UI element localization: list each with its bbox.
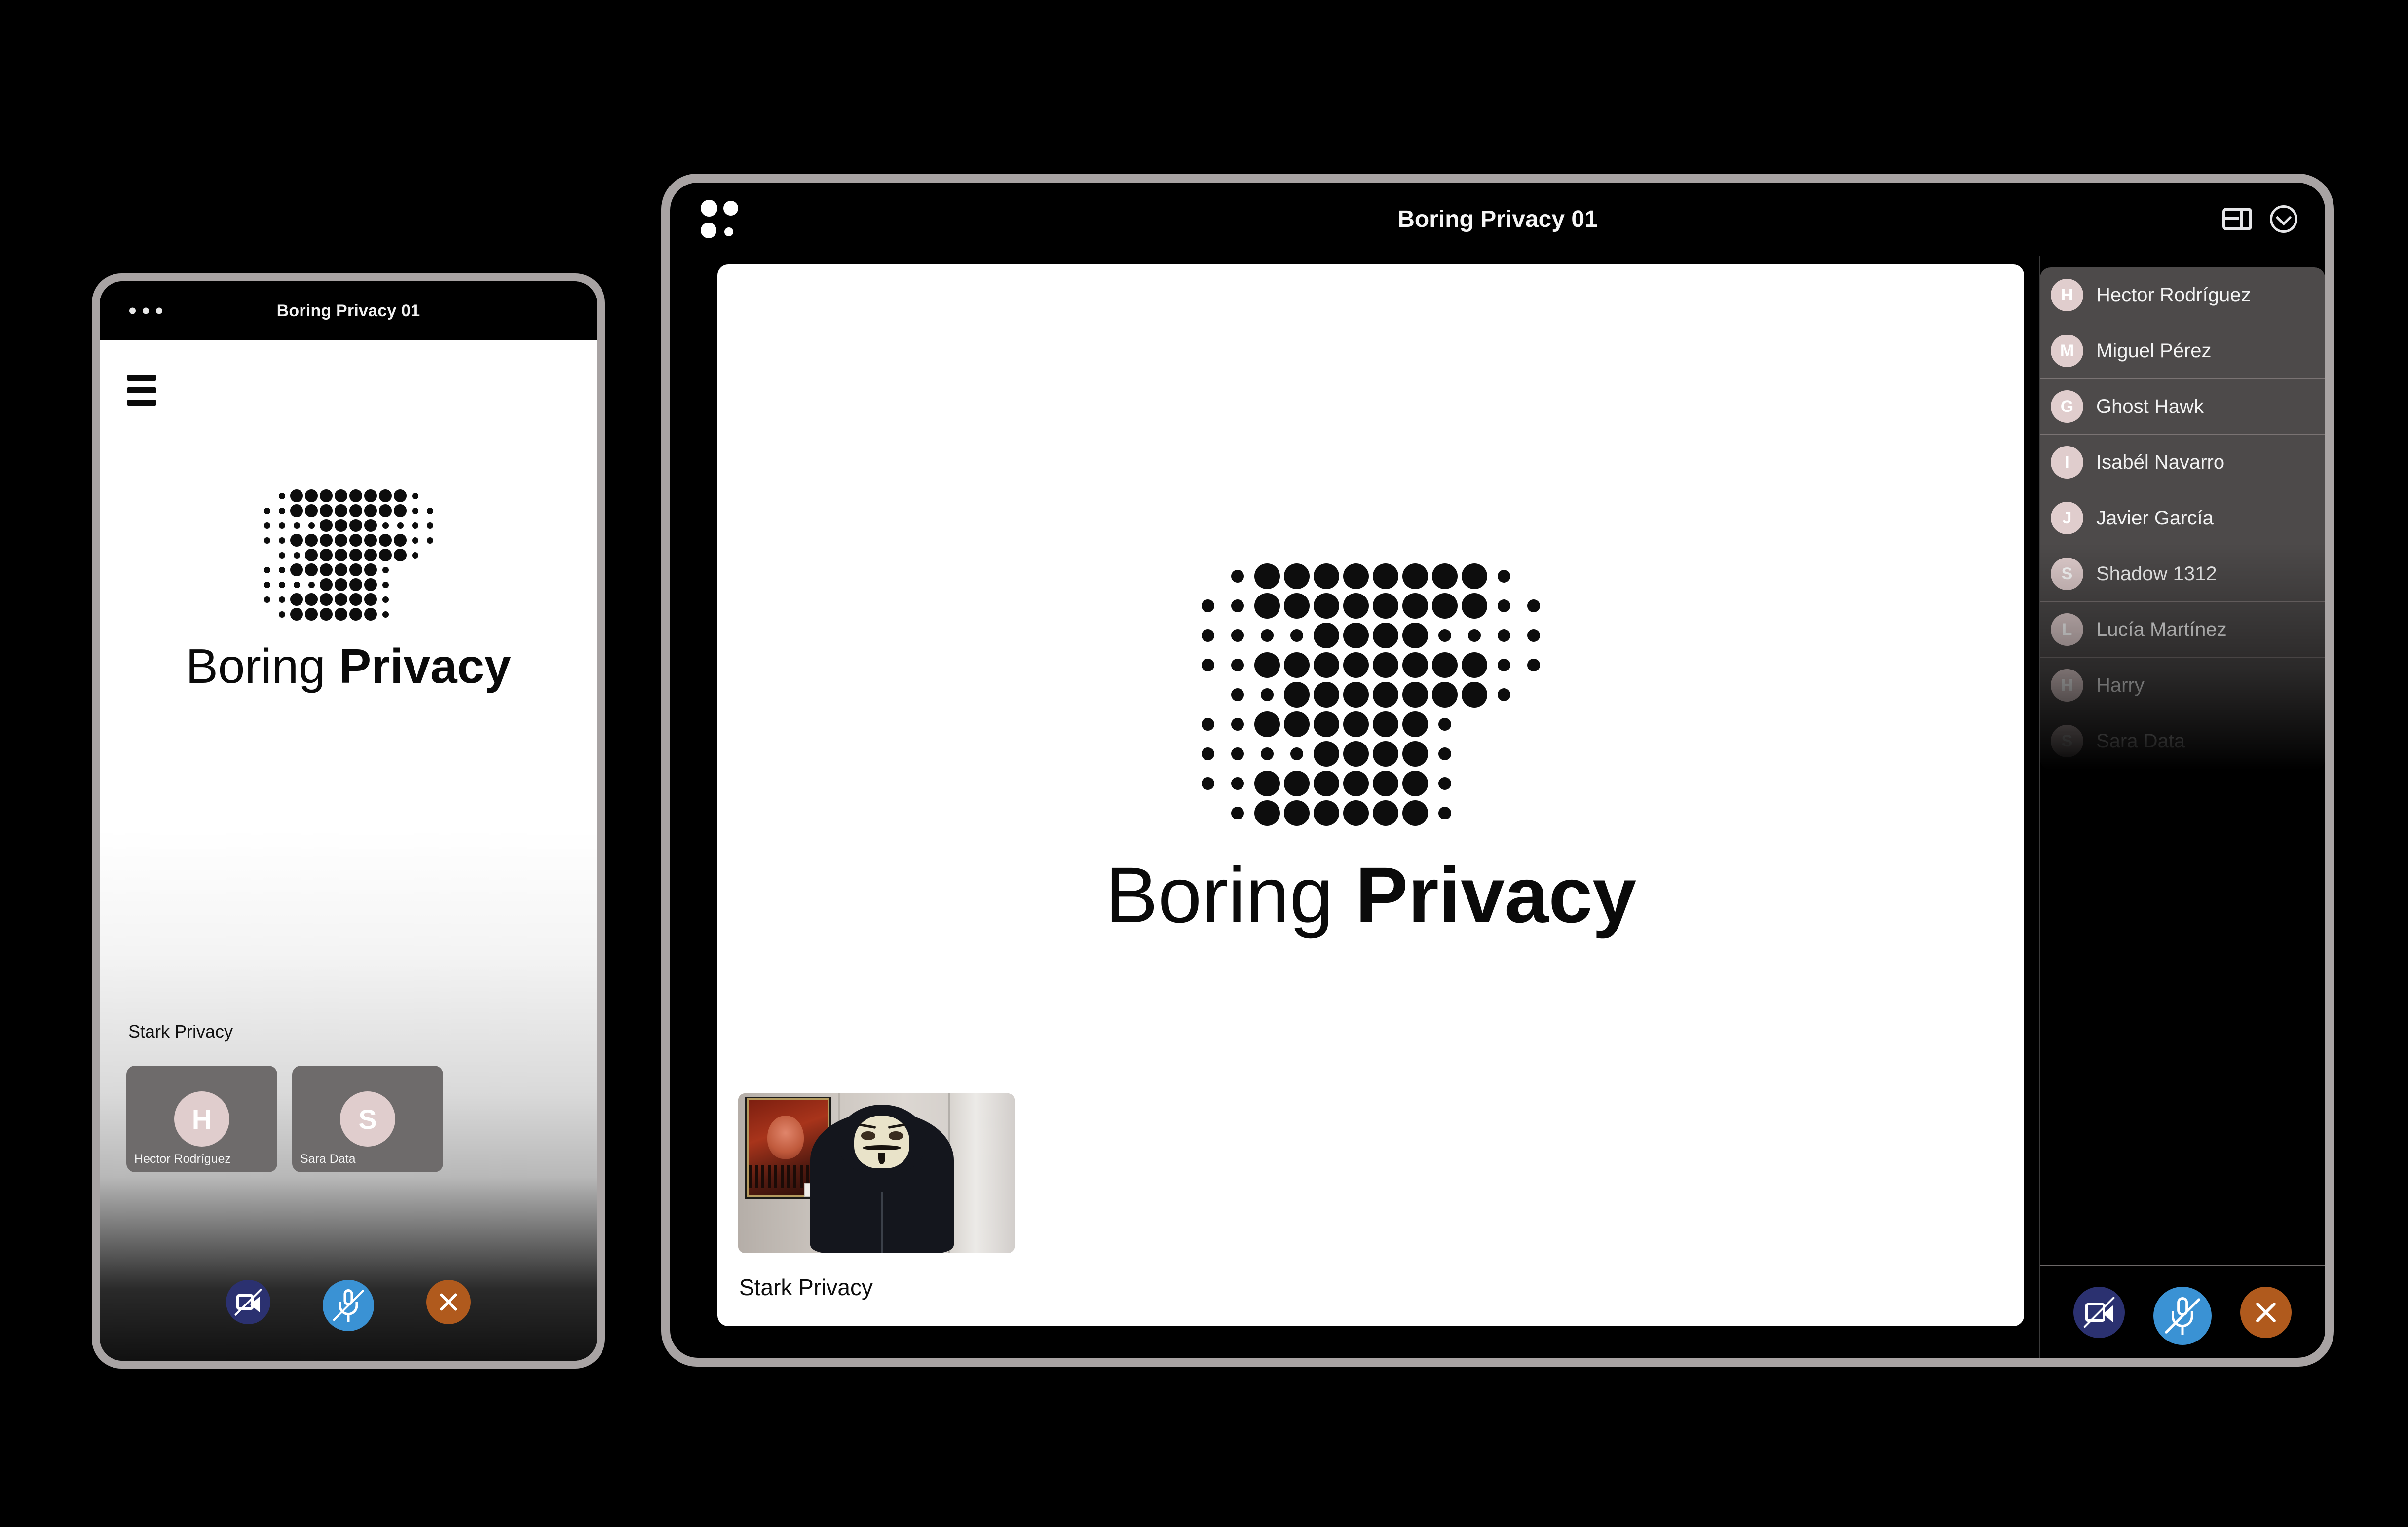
participant-row[interactable]: M Miguel Pérez	[2040, 323, 2325, 379]
guy-fawkes-mask	[854, 1116, 910, 1169]
participant-row[interactable]: J Javier García	[2040, 490, 2325, 546]
participant-name: Harry	[2096, 674, 2145, 696]
participant-row[interactable]: H Harry	[2040, 658, 2325, 713]
tablet-header-actions	[2222, 205, 2297, 233]
participant-tile[interactable]: S Sara Data	[292, 1066, 443, 1172]
avatar: H	[2051, 669, 2083, 702]
participant-name: Isabél Navarro	[2096, 451, 2225, 473]
participant-tile[interactable]: H Hector Rodríguez	[126, 1066, 277, 1172]
tablet-self-label: Stark Privacy	[739, 1274, 873, 1300]
tablet-brand-block: Boring Privacy	[1105, 561, 1636, 940]
main-video-stage[interactable]: Boring Privacy Stark Privacy	[717, 264, 2024, 1326]
wordmark-bold: Privacy	[1355, 851, 1637, 939]
close-x-icon	[2253, 1299, 2279, 1326]
participant-row[interactable]: S Shadow 1312	[2040, 546, 2325, 602]
wordmark-light: Boring	[186, 639, 326, 693]
halftone-dots-logo	[1193, 561, 1548, 828]
phone-self-label: Stark Privacy	[128, 1021, 233, 1042]
end-call-button[interactable]	[2240, 1287, 2292, 1338]
microphone-off-button[interactable]	[2153, 1287, 2212, 1345]
halftone-dots-logo	[260, 488, 437, 622]
camera-off-button[interactable]	[2073, 1287, 2125, 1338]
participant-name: Hector Rodríguez	[134, 1152, 231, 1166]
participants-sidebar: H Hector Rodríguez M Miguel Pérez G Ghost Haw…	[2039, 256, 2325, 1358]
phone-header: Boring Privacy 01	[100, 281, 597, 340]
microphone-off-button[interactable]	[323, 1280, 374, 1331]
tablet-stage-wrap: Boring Privacy Stark Privacy	[670, 256, 2039, 1358]
participant-name: Sara Data	[300, 1152, 356, 1166]
avatar: S	[340, 1091, 395, 1147]
layout-view-icon[interactable]	[2222, 208, 2252, 230]
participant-row[interactable]: H Hector Rodríguez	[2040, 267, 2325, 323]
phone-screen: Boring Privacy 01 Boring Privacy Stark P…	[100, 281, 597, 1361]
participant-name: Shadow 1312	[2096, 562, 2217, 585]
participant-row[interactable]: I Isabél Navarro	[2040, 435, 2325, 490]
phone-call-controls	[100, 1280, 597, 1331]
phone-body: Boring Privacy Stark Privacy H Hector Ro…	[100, 340, 597, 1361]
four-dots-logo[interactable]	[701, 200, 739, 238]
avatar: G	[2051, 390, 2083, 423]
participant-name: Hector Rodríguez	[2096, 284, 2251, 306]
self-video-thumbnail[interactable]	[738, 1093, 1015, 1253]
participant-name: Lucía Martínez	[2096, 618, 2227, 640]
wordmark-light: Boring	[1105, 851, 1334, 939]
phone-wordmark: Boring Privacy	[186, 638, 511, 694]
tablet-call-title: Boring Privacy 01	[1397, 206, 1598, 232]
close-x-icon	[437, 1291, 460, 1314]
screenshot-root: Boring Privacy 01 Boring Privacy Stark P…	[0, 0, 2408, 1527]
tablet-header: Boring Privacy 01	[670, 183, 2325, 256]
participant-name: Ghost Hawk	[2096, 395, 2204, 417]
phone-participant-tiles: H Hector Rodríguez S Sara Data	[126, 1066, 443, 1172]
wordmark-bold: Privacy	[339, 639, 511, 693]
avatar: M	[2051, 335, 2083, 367]
avatar: S	[2051, 558, 2083, 590]
background-door	[948, 1093, 1015, 1253]
controls-divider	[2040, 1265, 2325, 1266]
participant-name: Sara Data	[2096, 730, 2185, 752]
avatar: H	[174, 1091, 229, 1147]
participant-name: Javier García	[2096, 507, 2214, 529]
chevron-down-circle-icon[interactable]	[2270, 205, 2297, 233]
avatar: H	[2051, 279, 2083, 311]
participant-row[interactable]: G Ghost Hawk	[2040, 379, 2325, 435]
avatar: S	[2051, 725, 2083, 757]
avatar: J	[2051, 502, 2083, 534]
participant-row[interactable]: S Sara Data	[2040, 713, 2325, 769]
tablet-device-frame: Boring Privacy 01 Boring Privacy Stark P…	[661, 174, 2334, 1367]
phone-brand-block: Boring Privacy	[100, 488, 597, 694]
avatar: L	[2051, 613, 2083, 646]
avatar: I	[2051, 446, 2083, 479]
hamburger-menu-icon[interactable]	[127, 375, 156, 406]
tablet-call-controls	[2040, 1287, 2325, 1345]
camera-off-button[interactable]	[226, 1280, 270, 1324]
tablet-screen: Boring Privacy 01 Boring Privacy Stark P…	[670, 183, 2325, 1358]
participant-list[interactable]: H Hector Rodríguez M Miguel Pérez G Ghost Haw…	[2040, 267, 2325, 770]
self-video-feed	[738, 1093, 1015, 1253]
phone-device-frame: Boring Privacy 01 Boring Privacy Stark P…	[92, 273, 605, 1369]
tablet-main: Boring Privacy Stark Privacy H Hector Ro…	[670, 256, 2325, 1358]
phone-call-title: Boring Privacy 01	[276, 301, 420, 320]
participant-name: Miguel Pérez	[2096, 339, 2212, 362]
end-call-button[interactable]	[426, 1280, 471, 1324]
participant-row[interactable]: L Lucía Martínez	[2040, 602, 2325, 658]
three-dots-menu-icon[interactable]	[129, 307, 162, 314]
tablet-wordmark: Boring Privacy	[1105, 850, 1636, 940]
